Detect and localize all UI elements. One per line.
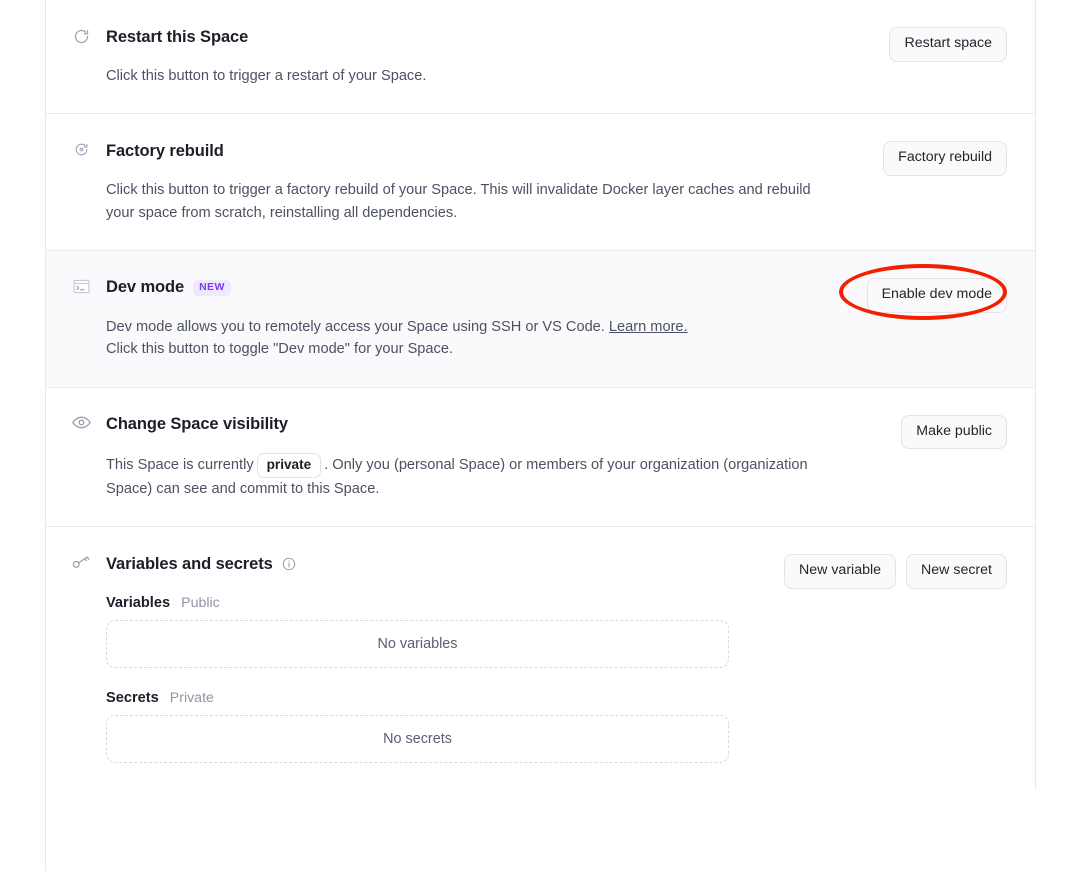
variables-empty-box[interactable]: No variables — [106, 620, 729, 669]
section-factory-rebuild-actions: Factory rebuild — [883, 141, 1007, 176]
variables-label: Variables — [106, 595, 171, 612]
space-settings-card: Restart this Space Click this button to … — [46, 0, 1036, 790]
section-description: Click this button to trigger a factory r… — [106, 182, 811, 221]
secrets-label: Secrets — [106, 690, 159, 707]
restart-space-button[interactable]: Restart space — [889, 27, 1007, 62]
section-factory-rebuild-title-line: Factory rebuild — [106, 140, 869, 162]
section-dev-mode-actions: Enable dev mode — [838, 263, 1007, 320]
section-restart-space-title-line: Restart this Space — [106, 26, 875, 48]
section-dev-mode-title-line: Dev mode NEW — [106, 277, 853, 299]
enable-dev-mode-button[interactable]: Enable dev mode — [866, 277, 1007, 313]
terminal-icon — [68, 279, 94, 294]
section-factory-rebuild: Factory rebuild Click this button to tri… — [46, 114, 1035, 251]
section-restart-space-body: Restart this Space Click this button to … — [94, 26, 875, 87]
restart-icon — [68, 28, 94, 45]
section-title: Factory rebuild — [106, 141, 224, 160]
section-variables-actions: New variable New secret — [784, 554, 1007, 589]
section-space-visibility-actions: Make public — [901, 414, 1007, 450]
section-factory-rebuild-body: Factory rebuild Click this button to tri… — [94, 140, 869, 224]
section-space-visibility: Change Space visibility This Space is cu… — [46, 388, 1035, 528]
info-icon[interactable] — [282, 557, 296, 571]
section-space-visibility-title-line: Change Space visibility — [106, 414, 887, 436]
section-restart-space-actions: Restart space — [889, 27, 1007, 62]
section-title: Change Space visibility — [106, 415, 289, 434]
section-title: Variables and secrets — [106, 554, 273, 573]
dev-mode-description-part1: Dev mode allows you to remotely access y… — [106, 318, 605, 335]
make-public-button[interactable]: Make public — [901, 414, 1007, 450]
section-description: Click this button to trigger a restart o… — [106, 68, 427, 84]
factory-rebuild-icon — [68, 142, 94, 157]
section-variables-and-secrets-body: Variables and secrets Variables Public N… — [94, 553, 770, 764]
learn-more-link[interactable]: Learn more. — [609, 319, 688, 335]
eye-icon — [68, 416, 94, 429]
new-variable-button[interactable]: New variable — [784, 554, 897, 589]
section-dev-mode-body: Dev mode NEW Dev mode allows you to remo… — [94, 277, 853, 361]
visibility-chip: private — [256, 452, 322, 478]
section-variables-and-secrets: Variables and secrets Variables Public N… — [46, 527, 1035, 789]
secrets-block: Secrets Private No secrets — [106, 690, 770, 764]
variables-label-line: Variables Public — [106, 595, 770, 611]
section-title: Dev mode — [106, 278, 185, 297]
section-dev-mode: Dev mode NEW Dev mode allows you to remo… — [46, 250, 1035, 388]
variables-block: Variables Public No variables — [106, 595, 770, 669]
section-description: This Space is currently private. Only you… — [106, 452, 836, 501]
section-title: Restart this Space — [106, 27, 249, 46]
secrets-label-line: Secrets Private — [106, 690, 770, 706]
visibility-description-part1: This Space is currently — [106, 456, 254, 473]
factory-rebuild-button[interactable]: Factory rebuild — [883, 141, 1007, 176]
settings-page: Restart this Space Click this button to … — [0, 0, 1081, 871]
secrets-empty-box[interactable]: No secrets — [106, 715, 729, 764]
key-icon — [68, 555, 94, 570]
new-badge: NEW — [193, 280, 231, 296]
dev-mode-description-part2: Click this button to toggle "Dev mode" f… — [106, 341, 454, 358]
variables-scope: Public — [181, 595, 220, 612]
section-description: Dev mode allows you to remotely access y… — [106, 316, 826, 361]
secrets-scope: Private — [169, 690, 214, 707]
new-secret-button[interactable]: New secret — [906, 554, 1007, 589]
section-variables-title-line: Variables and secrets — [106, 553, 770, 575]
section-restart-space: Restart this Space Click this button to … — [46, 0, 1035, 115]
left-gutter — [3, 0, 46, 871]
section-space-visibility-body: Change Space visibility This Space is cu… — [94, 414, 887, 501]
